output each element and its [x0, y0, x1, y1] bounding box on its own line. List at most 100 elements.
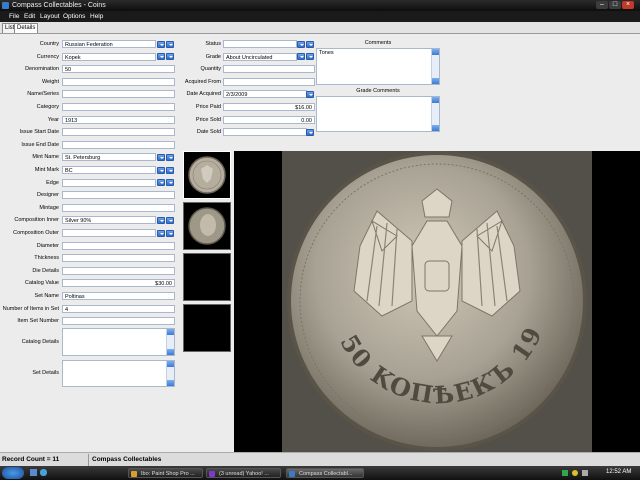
comments-scrollbar[interactable]: [431, 49, 439, 84]
diameter-label: Diameter: [36, 242, 59, 249]
status-dropdown-icon[interactable]: [297, 40, 305, 48]
set-name-input[interactable]: Poltinas: [62, 292, 175, 300]
country-edit-list-icon[interactable]: [166, 40, 174, 48]
grade-comments-textarea[interactable]: [316, 96, 440, 132]
status-edit-list-icon[interactable]: [306, 40, 314, 48]
menu-help[interactable]: Help: [90, 13, 103, 20]
taskbar-clock[interactable]: 12:52 AM: [606, 469, 631, 475]
mint-name-dropdown-icon[interactable]: [157, 153, 165, 161]
menu-file[interactable]: File: [9, 13, 19, 20]
weight-label: Weight: [41, 78, 59, 85]
date-sold-dropdown-icon[interactable]: [306, 128, 314, 136]
denomination-input[interactable]: 50: [62, 65, 175, 74]
start-orb-icon[interactable]: [2, 467, 24, 479]
grade-dropdown-icon[interactable]: [297, 53, 305, 61]
title-bar: Compass Collectables - Coins – □ ×: [0, 0, 640, 11]
tab-details[interactable]: Details: [14, 23, 39, 33]
currency-select[interactable]: Kopek: [62, 52, 156, 61]
quantity-input[interactable]: [223, 65, 315, 74]
mint-mark-label: Mint Mark: [34, 167, 59, 173]
price-sold-input[interactable]: 0.00: [223, 115, 315, 124]
edge-dropdown-icon[interactable]: [157, 179, 165, 187]
menu-edit[interactable]: Edit: [24, 13, 35, 20]
composition-outer-dropdown-icon[interactable]: [157, 229, 165, 237]
close-icon[interactable]: ×: [622, 1, 634, 9]
name-series-input[interactable]: [62, 90, 175, 99]
grade-comments-scrollbar[interactable]: [431, 97, 439, 131]
mint-mark-select[interactable]: BC: [62, 166, 156, 174]
minimize-icon[interactable]: –: [596, 1, 608, 9]
catalog-details-textarea[interactable]: [62, 328, 175, 356]
taskbar-paintshop-button[interactable]: Ibo: Paint Shop Pro ...: [128, 468, 203, 478]
mintage-input[interactable]: [62, 203, 175, 212]
currency-dropdown-icon[interactable]: [157, 53, 165, 61]
issue-start-date-label: Issue Start Date: [19, 129, 59, 136]
composition-outer-label: Composition Outer: [13, 230, 59, 236]
status-select[interactable]: [223, 40, 297, 48]
taskbar-yahoo-button[interactable]: (3 unread) Yahoo! ...: [206, 468, 281, 478]
coin-thumbnail-reverse[interactable]: [183, 202, 231, 250]
country-select[interactable]: Russian Federation: [62, 40, 156, 48]
country-dropdown-icon[interactable]: [157, 40, 165, 48]
currency-edit-list-icon[interactable]: [166, 53, 174, 61]
catalog-details-scrollbar[interactable]: [166, 329, 174, 355]
name-series-label: Name/Series: [27, 91, 59, 98]
price-paid-input[interactable]: $16.00: [223, 103, 315, 111]
coin-thumbnail-obverse-image: [188, 156, 226, 194]
tray-network-icon[interactable]: [562, 470, 568, 476]
coin-thumbnail-obverse[interactable]: [183, 151, 231, 199]
mint-mark-dropdown-icon[interactable]: [157, 166, 165, 174]
catalog-value-input[interactable]: $30.00: [62, 279, 175, 288]
tray-messenger-icon[interactable]: [572, 470, 578, 476]
die-details-input[interactable]: [62, 266, 175, 275]
menu-options[interactable]: Options: [63, 13, 85, 20]
composition-inner-label: Composition Inner: [14, 217, 59, 224]
composition-inner-select[interactable]: Silver 90%: [62, 216, 156, 225]
composition-outer-edit-list-icon[interactable]: [166, 229, 174, 237]
year-input[interactable]: 1913: [62, 115, 175, 124]
taskbar-paintshop-label: Ibo: Paint Shop Pro ...: [141, 471, 195, 477]
composition-outer-select[interactable]: [62, 229, 156, 237]
edge-select[interactable]: [62, 178, 156, 187]
mint-name-edit-list-icon[interactable]: [166, 153, 174, 161]
acquired-from-input[interactable]: [223, 77, 315, 86]
issue-end-date-input[interactable]: [62, 140, 175, 149]
menu-layout[interactable]: Layout: [40, 13, 60, 20]
composition-inner-edit-list-icon[interactable]: [166, 216, 174, 224]
thickness-label: Thickness: [34, 255, 59, 262]
date-sold-select[interactable]: [223, 128, 307, 137]
set-details-textarea[interactable]: [62, 360, 175, 387]
thickness-input[interactable]: [62, 254, 175, 263]
set-details-scrollbar[interactable]: [166, 361, 174, 386]
acquired-from-label: Acquired From: [184, 78, 221, 85]
tray-volume-icon[interactable]: [582, 470, 588, 476]
comments-textarea[interactable]: Tones: [316, 48, 440, 85]
issue-start-date-input[interactable]: [62, 128, 175, 137]
date-acquired-dropdown-icon[interactable]: [306, 90, 314, 98]
maximize-icon[interactable]: □: [609, 1, 621, 9]
coin-thumbnail-empty-2[interactable]: [183, 304, 231, 352]
diameter-input[interactable]: [62, 241, 175, 250]
category-input[interactable]: [62, 103, 175, 111]
price-sold-label: Price Sold: [195, 116, 221, 123]
number-of-items-in-set-input[interactable]: 4: [62, 304, 175, 313]
date-acquired-select[interactable]: 2/3/2009: [223, 90, 307, 99]
designer-input[interactable]: [62, 191, 175, 200]
composition-inner-dropdown-icon[interactable]: [157, 216, 165, 224]
grade-edit-list-icon[interactable]: [306, 53, 314, 61]
item-set-number-input[interactable]: [62, 317, 175, 326]
window-title: Compass Collectables - Coins: [12, 2, 106, 9]
coin-thumbnail-empty-1[interactable]: [183, 253, 231, 301]
grade-select[interactable]: About Uncirculated: [223, 52, 297, 61]
mint-name-select[interactable]: St. Petersburg: [62, 153, 156, 162]
quicklaunch-desktop-icon[interactable]: [30, 469, 37, 476]
taskbar-yahoo-label: (3 unread) Yahoo! ...: [219, 471, 269, 477]
edge-edit-list-icon[interactable]: [166, 179, 174, 187]
taskbar-compass-button[interactable]: Compass Collectabl...: [286, 468, 364, 478]
comments-value: Tones: [319, 50, 334, 56]
quicklaunch-browser-icon[interactable]: [40, 469, 47, 476]
catalog-details-label: Catalog Details: [21, 339, 59, 345]
coin-image-viewer[interactable]: 50 KOПѢEКЪ 1913 г.: [234, 151, 640, 452]
mint-mark-edit-list-icon[interactable]: [166, 166, 174, 174]
weight-input[interactable]: [62, 77, 175, 86]
